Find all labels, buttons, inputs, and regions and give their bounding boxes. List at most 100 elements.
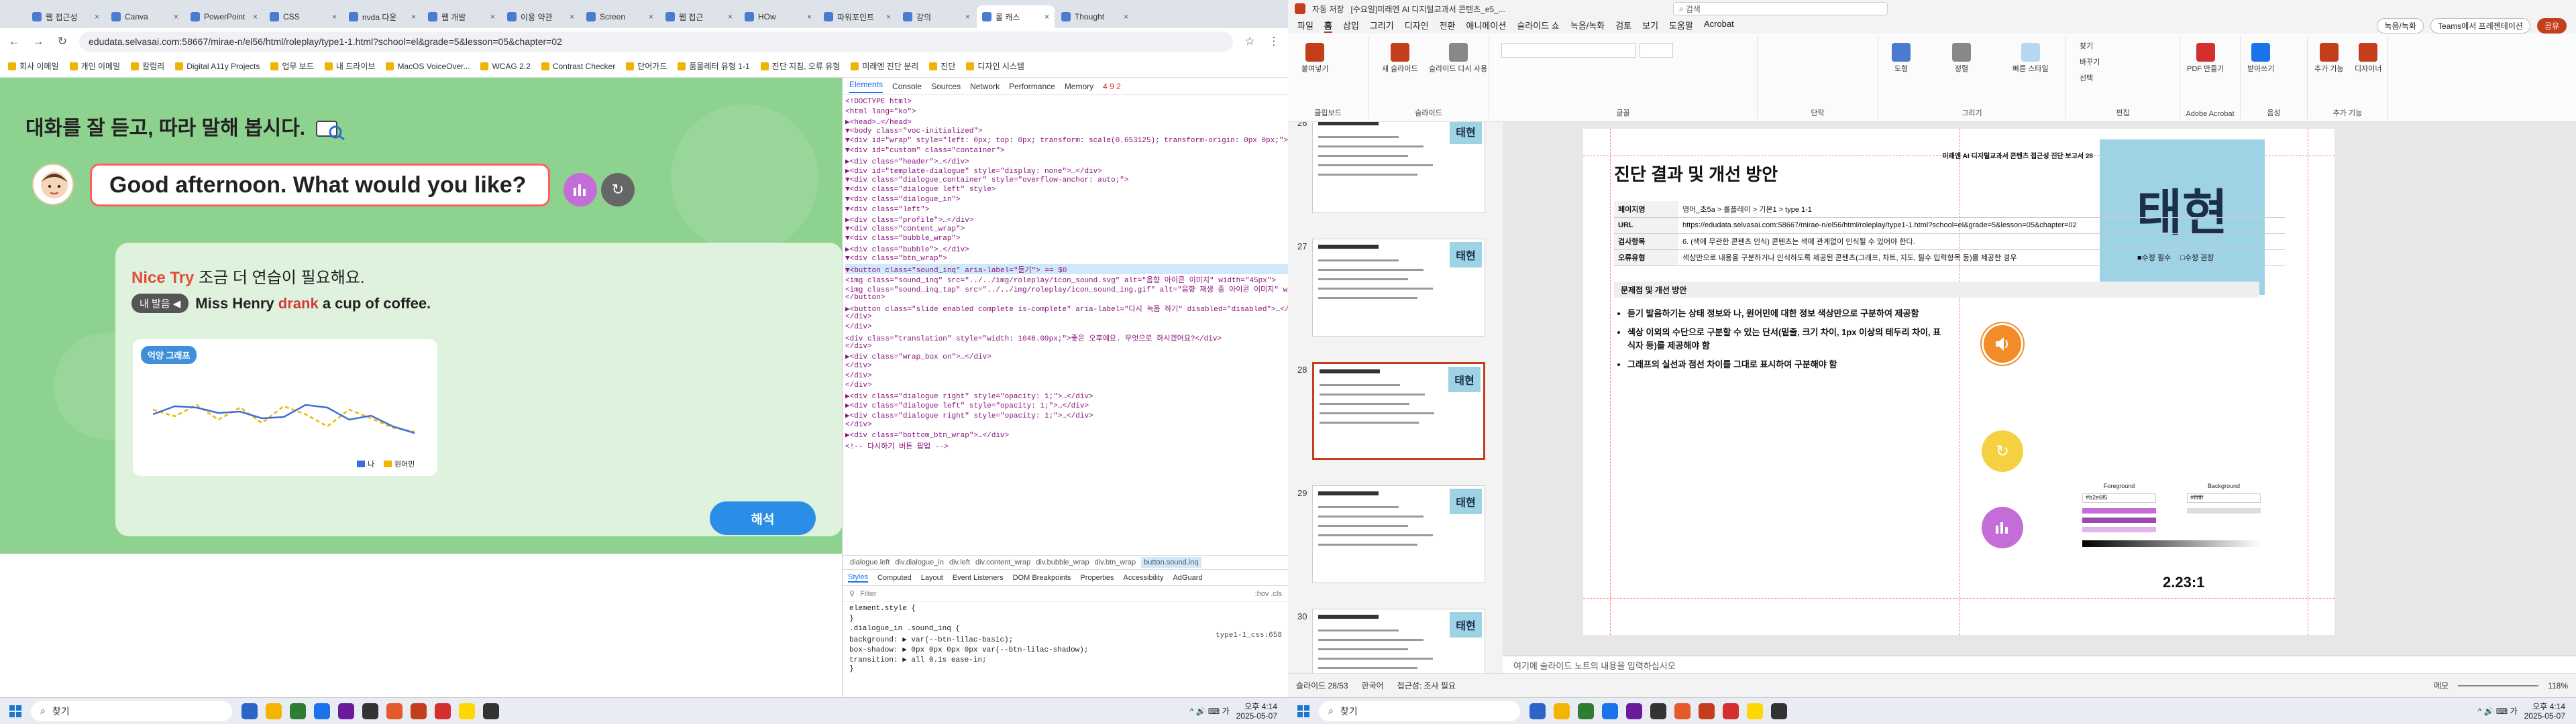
kakaotalk-icon[interactable]: [459, 703, 475, 719]
teams-present-button[interactable]: Teams에서 프레젠테이션: [2430, 17, 2530, 34]
taskbar-search[interactable]: ⌕ 찾기: [1319, 701, 1520, 721]
devtools-tab[interactable]: Network: [970, 82, 1000, 91]
task-view-icon[interactable]: [1529, 703, 1546, 719]
star-icon[interactable]: ☆: [1242, 35, 1257, 48]
browser-tab[interactable]: Thought ×: [1056, 5, 1134, 28]
bookmark-item[interactable]: 칼럼리: [131, 60, 164, 72]
chrome-icon[interactable]: [290, 703, 306, 719]
browser-tab[interactable]: HOw ×: [739, 5, 817, 28]
file-explorer-icon[interactable]: [1554, 703, 1570, 719]
dom-node-line[interactable]: </div>: [845, 343, 1288, 353]
dom-node-line[interactable]: ▼<div class="dialogue_container" style="…: [845, 176, 1288, 186]
ribbon-button[interactable]: 선택: [2080, 72, 2093, 83]
bookmark-item[interactable]: Digital A11y Projects: [175, 62, 260, 71]
dom-node-line[interactable]: ▼<div class="dialogue_in">: [845, 196, 1288, 206]
ribbon-button[interactable]: 정렬: [1952, 43, 1971, 74]
styles-tab[interactable]: Computed: [877, 574, 912, 582]
dom-node-line[interactable]: ▶<div class="dialogue right" style="opac…: [845, 411, 1288, 421]
close-icon[interactable]: ×: [490, 12, 495, 21]
zoom-level[interactable]: 118%: [2548, 681, 2568, 690]
dom-node-line[interactable]: <html lang="ko">: [845, 108, 1288, 118]
fg-slider[interactable]: [2082, 508, 2156, 514]
ppt-menu-item[interactable]: 전환: [1440, 19, 1456, 33]
contrast-fg-value[interactable]: #b2e6f5: [2082, 493, 2156, 503]
close-icon[interactable]: ×: [411, 12, 416, 21]
filter-input[interactable]: Filter: [860, 590, 876, 598]
dom-node-line[interactable]: <img class="sound_inq" src="../../img/ro…: [845, 274, 1288, 284]
breadcrumb-item[interactable]: .dialogue.left: [848, 558, 890, 566]
ppt-menu-item[interactable]: 도움말: [1669, 19, 1693, 33]
firefox-icon[interactable]: [386, 703, 402, 719]
retry-record-button[interactable]: ↻: [601, 173, 635, 206]
nvda-icon[interactable]: [483, 703, 499, 719]
dom-node-line[interactable]: </div>: [845, 421, 1288, 431]
browser-tab[interactable]: 이용 약관 ×: [502, 5, 580, 28]
breadcrumb-item[interactable]: div.left: [949, 558, 970, 566]
dom-node-line[interactable]: ▶<div class="wrap_box on">…</div>: [845, 352, 1288, 362]
devtools-tab[interactable]: Memory: [1065, 82, 1093, 91]
styles-tab[interactable]: AdGuard: [1173, 574, 1202, 582]
zoom-slider[interactable]: [2458, 684, 2539, 686]
dom-node-line[interactable]: </div>: [845, 372, 1288, 382]
dom-node-line[interactable]: ▼<body class="voc-initialized">: [845, 127, 1288, 137]
dom-node-line[interactable]: ▼<div class="left">: [845, 206, 1288, 216]
dom-node-line[interactable]: ▶<div class="header">…</div>: [845, 157, 1288, 167]
notion-icon[interactable]: [362, 703, 378, 719]
browser-tab[interactable]: 웹 접근 ×: [660, 5, 738, 28]
slide-thumbnail[interactable]: 태현: [1312, 362, 1485, 460]
contrast-bg-value[interactable]: #ffffff: [2187, 493, 2261, 503]
dom-node-line[interactable]: ▶<div id="template-dialogue" style="disp…: [845, 166, 1288, 176]
ribbon-button[interactable]: 붙여넣기: [1301, 43, 1328, 74]
my-voice-button[interactable]: 내 발음 ◀: [131, 294, 189, 313]
ribbon-button[interactable]: 받아쓰기: [2247, 43, 2274, 74]
dom-node-line[interactable]: </div>: [845, 313, 1288, 323]
dom-node-line[interactable]: <!-- 다시하기 버튼 팝업 -->: [845, 440, 1288, 450]
styles-tab[interactable]: Properties: [1080, 574, 1114, 582]
dom-node-line[interactable]: ▶<div class="dialogue left" style="opaci…: [845, 401, 1288, 411]
slide-thumbnail[interactable]: 태현: [1312, 609, 1485, 673]
windows-start-icon[interactable]: [9, 705, 21, 717]
dom-node-line[interactable]: ▶<div class="profile">…</div>: [845, 215, 1288, 225]
ppt-search-input[interactable]: ⌕ 검색: [1672, 2, 1888, 15]
ribbon-button[interactable]: 슬라이드 다시 사용: [1429, 43, 1487, 74]
ppt-menu-item[interactable]: 슬라이드 쇼: [1517, 19, 1559, 33]
ribbon-button[interactable]: 도형: [1892, 43, 1911, 74]
fg-slider[interactable]: [2082, 518, 2156, 523]
file-explorer-icon[interactable]: [266, 703, 282, 719]
ppt-menu-item[interactable]: 홈: [1324, 19, 1332, 33]
close-icon[interactable]: ×: [332, 12, 337, 21]
dom-node-line[interactable]: ▶<head>…</head>: [845, 117, 1288, 127]
slide-thumbnail[interactable]: 태현: [1312, 122, 1485, 213]
dom-node-line[interactable]: <!DOCTYPE html>: [845, 98, 1288, 108]
breadcrumb-item[interactable]: button.sound.inq: [1141, 557, 1201, 568]
dom-node-line[interactable]: </div>: [845, 323, 1288, 333]
bg-slider[interactable]: [2187, 508, 2261, 514]
firefox-icon[interactable]: [1674, 703, 1690, 719]
bookmark-item[interactable]: 진단 지침, 오류 유형: [760, 60, 840, 72]
kakaotalk-icon[interactable]: [1747, 703, 1763, 719]
chrome-icon[interactable]: [1578, 703, 1594, 719]
styles-tab[interactable]: Accessibility: [1124, 574, 1164, 582]
browser-tab[interactable]: 파워포인트 ×: [818, 5, 896, 28]
teams-icon[interactable]: [338, 703, 354, 719]
bookmark-item[interactable]: 품몰레터 유형 1-1: [678, 60, 750, 72]
ribbon-button[interactable]: 새 슬라이드: [1382, 43, 1418, 74]
bookmark-item[interactable]: 내 드라이브: [324, 60, 375, 72]
windows-start-icon[interactable]: [1297, 705, 1309, 717]
clock[interactable]: 오후 4:14 2025-05-07: [2524, 702, 2565, 721]
bookmark-item[interactable]: 회사 이메일: [8, 60, 59, 72]
browser-tab[interactable]: Canva ×: [106, 5, 184, 28]
styles-tab[interactable]: DOM Breakpoints: [1013, 574, 1071, 582]
breadcrumb-item[interactable]: div.content_wrap: [975, 558, 1030, 566]
dom-node-line[interactable]: ▼<div class="dialogue left" style>: [845, 186, 1288, 196]
ribbon-button[interactable]: 추가 기능: [2314, 43, 2344, 74]
styles-tab[interactable]: Event Listeners: [953, 574, 1004, 582]
bookmark-item[interactable]: 개인 이메일: [69, 60, 120, 72]
font-name-input[interactable]: [1501, 43, 1635, 58]
bookmark-item[interactable]: WCAG 2.2: [480, 62, 531, 71]
powerpoint-icon[interactable]: [1699, 703, 1715, 719]
ppt-menu-item[interactable]: 애니메이션: [1466, 19, 1507, 33]
bookmark-item[interactable]: 미래엔 진단 분리: [851, 60, 918, 72]
clock[interactable]: 오후 4:14 2025-05-07: [1236, 702, 1277, 721]
autosave-toggle[interactable]: 자동 저장: [1312, 3, 1344, 15]
